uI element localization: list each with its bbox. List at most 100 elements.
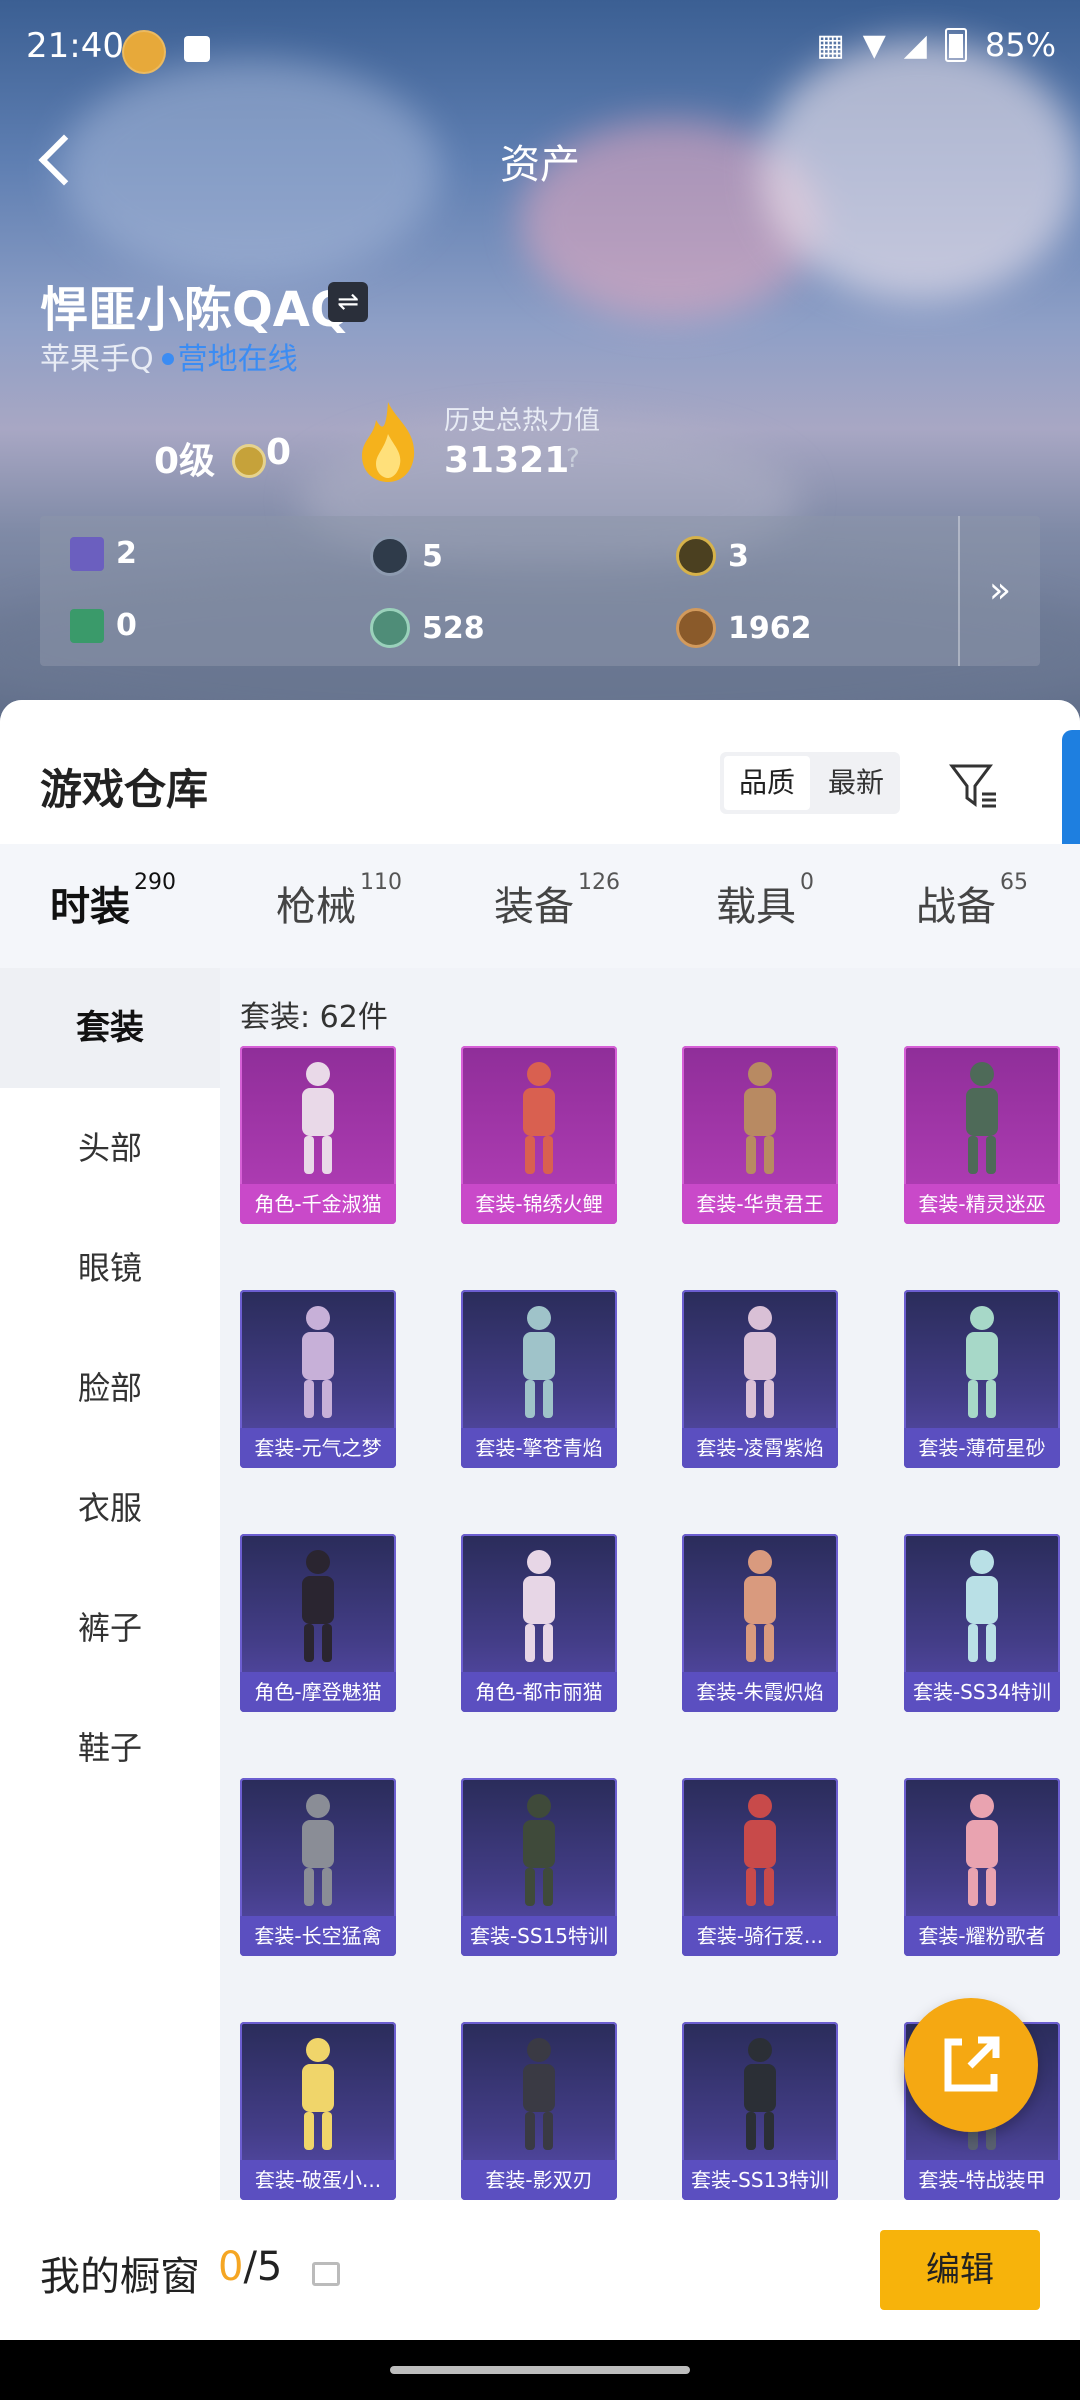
- subcat-pants[interactable]: 裤子: [0, 1568, 220, 1688]
- online-status: 营地在线: [177, 342, 298, 377]
- app-notification-icon: [122, 30, 166, 74]
- subcat-suit[interactable]: 套装: [0, 968, 220, 1088]
- item-label: 角色-摩登魅猫: [240, 1672, 396, 1712]
- item-card[interactable]: 套装-SS34特训: [904, 1534, 1060, 1712]
- wifi-icon: ▼: [862, 27, 886, 63]
- tab-count: 110: [360, 870, 402, 895]
- edit-button[interactable]: 编辑: [880, 2230, 1040, 2310]
- mail-icon: [184, 36, 210, 62]
- online-dot-icon: [161, 352, 174, 365]
- stat-item: 1962: [676, 608, 812, 648]
- page-title: 资产: [500, 142, 580, 188]
- help-icon[interactable]: ?: [566, 444, 580, 474]
- item-card[interactable]: 角色-千金淑猫: [240, 1046, 396, 1224]
- item-label: 套装-SS15特训: [461, 1916, 617, 1956]
- stat-value: 5: [422, 538, 443, 574]
- item-card[interactable]: 套装-SS13特训: [682, 2022, 838, 2200]
- bronze-coin-icon: [676, 608, 716, 648]
- item-card[interactable]: 套装-华贵君王: [682, 1046, 838, 1224]
- item-card[interactable]: 套装-耀粉歌者: [904, 1778, 1060, 1956]
- item-label: 套装-擎苍青焰: [461, 1428, 617, 1468]
- medal-value: 0: [266, 432, 292, 473]
- costume-figure-icon: [523, 1550, 555, 1662]
- costume-figure-icon: [744, 1794, 776, 1906]
- share-button[interactable]: [904, 1998, 1038, 2132]
- warehouse-title: 游戏仓库: [40, 765, 209, 814]
- subcategory-sidebar: 套装 头部 眼镜 脸部 衣服 裤子 鞋子: [0, 968, 220, 2400]
- stat-item: 0: [70, 608, 137, 643]
- showcase-count: 0/5: [218, 2244, 282, 2290]
- tab-equipment[interactable]: 装备126: [494, 870, 620, 932]
- item-card[interactable]: 套装-骑行爱...: [682, 1778, 838, 1956]
- user-name: 悍匪小陈QAQ: [40, 282, 351, 338]
- tab-label: 时装: [50, 884, 130, 930]
- item-card[interactable]: 套装-擎苍青焰: [461, 1290, 617, 1468]
- item-card[interactable]: 套装-影双刃: [461, 2022, 617, 2200]
- card-icon: [70, 536, 104, 571]
- costume-figure-icon: [966, 1062, 998, 1174]
- item-card[interactable]: 套装-薄荷星砂: [904, 1290, 1060, 1468]
- lock-icon: [312, 2262, 340, 2286]
- item-card[interactable]: 套装-长空猛禽: [240, 1778, 396, 1956]
- stat-item: 528: [370, 608, 485, 648]
- item-card[interactable]: 套装-锦绣火鲤: [461, 1046, 617, 1224]
- costume-figure-icon: [744, 1550, 776, 1662]
- history-heat-value: 31321: [444, 440, 570, 481]
- item-label: 套装-元气之梦: [240, 1428, 396, 1468]
- subcat-shoes[interactable]: 鞋子: [0, 1688, 220, 1808]
- costume-figure-icon: [966, 1794, 998, 1906]
- status-bar: 21:40 ▦ ▼ ◢ 85%: [0, 0, 1080, 100]
- item-label: 角色-千金淑猫: [240, 1184, 396, 1224]
- costume-figure-icon: [523, 1062, 555, 1174]
- ticket-icon: [70, 608, 104, 643]
- filter-icon[interactable]: [948, 760, 1000, 812]
- item-card[interactable]: 套装-凌霄紫焰: [682, 1290, 838, 1468]
- subcat-clothes[interactable]: 衣服: [0, 1448, 220, 1568]
- item-card[interactable]: 角色-都市丽猫: [461, 1534, 617, 1712]
- status-right: ▦ ▼ ◢ 85%: [816, 26, 1056, 64]
- stat-value: 3: [728, 538, 749, 574]
- item-card[interactable]: 套装-破蛋小...: [240, 2022, 396, 2200]
- item-card[interactable]: 套装-精灵迷巫: [904, 1046, 1060, 1224]
- item-label: 套装-朱霞炽焰: [682, 1672, 838, 1712]
- switch-account-button[interactable]: ⇌: [328, 282, 368, 322]
- stat-value: 1962: [728, 610, 812, 646]
- tab-label: 枪械: [276, 884, 356, 930]
- tab-count: 290: [134, 870, 176, 895]
- stats-more-button[interactable]: »: [958, 516, 1040, 666]
- subcat-glasses[interactable]: 眼镜: [0, 1208, 220, 1328]
- stat-value: 2: [116, 536, 137, 571]
- item-label: 套装-破蛋小...: [240, 2160, 396, 2200]
- costume-figure-icon: [523, 1306, 555, 1418]
- subcat-head[interactable]: 头部: [0, 1088, 220, 1208]
- user-level: 0级: [154, 441, 216, 482]
- item-label: 角色-都市丽猫: [461, 1672, 617, 1712]
- tab-vehicles[interactable]: 载具0: [716, 870, 814, 932]
- item-label: 套装-精灵迷巫: [904, 1184, 1060, 1224]
- home-indicator[interactable]: [390, 2366, 690, 2374]
- medal-icon: [232, 444, 266, 478]
- item-card[interactable]: 套装-元气之梦: [240, 1290, 396, 1468]
- tab-label: 载具: [716, 884, 796, 930]
- flame-icon: [362, 402, 415, 482]
- tab-fashion[interactable]: 时装290: [50, 870, 176, 932]
- item-label: 套装-影双刃: [461, 2160, 617, 2200]
- costume-figure-icon: [302, 1550, 334, 1662]
- tab-supplies[interactable]: 战备65: [916, 870, 1028, 932]
- sort-latest-button[interactable]: 最新: [816, 756, 896, 810]
- coin-s-icon: [370, 536, 410, 576]
- item-card[interactable]: 角色-摩登魅猫: [240, 1534, 396, 1712]
- stat-item: 2: [70, 536, 137, 571]
- item-label: 套装-SS34特训: [904, 1672, 1060, 1712]
- subcat-face[interactable]: 脸部: [0, 1328, 220, 1448]
- showcase-bar: 我的橱窗 0/5 编辑: [0, 2200, 1080, 2340]
- costume-figure-icon: [523, 1794, 555, 1906]
- sort-quality-button[interactable]: 品质: [724, 756, 810, 810]
- item-label: 套装-骑行爱...: [682, 1916, 838, 1956]
- item-label: 套装-长空猛禽: [240, 1916, 396, 1956]
- costume-figure-icon: [302, 2038, 334, 2150]
- item-card[interactable]: 套装-朱霞炽焰: [682, 1534, 838, 1712]
- items-count: 套装: 62件: [240, 1000, 388, 1035]
- tab-guns[interactable]: 枪械110: [276, 870, 402, 932]
- item-card[interactable]: 套装-SS15特训: [461, 1778, 617, 1956]
